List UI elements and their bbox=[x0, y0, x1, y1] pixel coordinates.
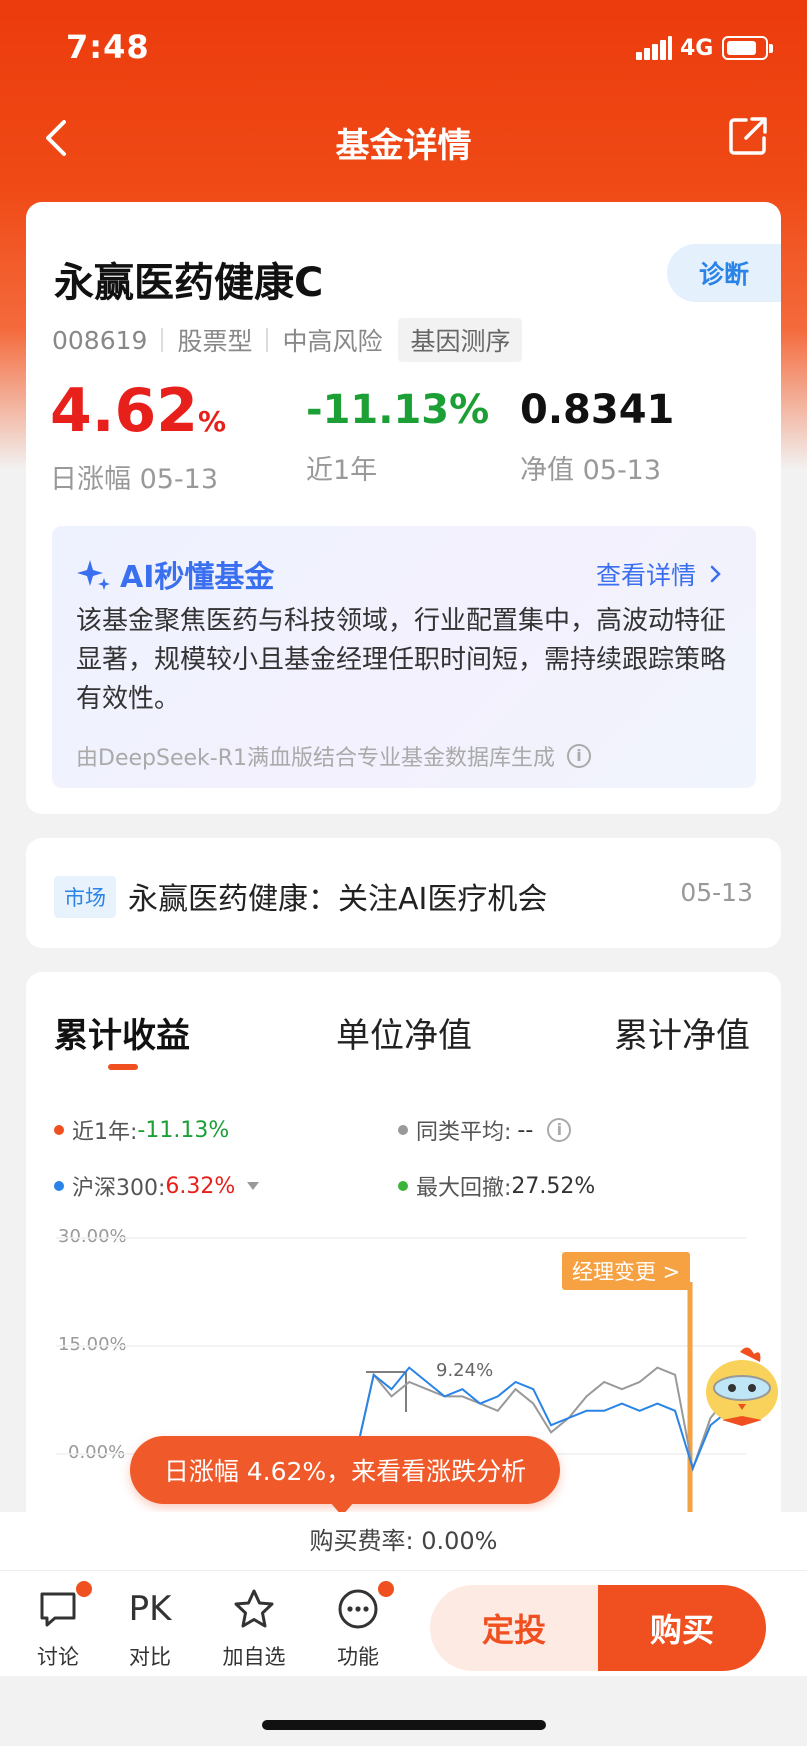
tab-cumulative-nav[interactable]: 累计净值 bbox=[614, 1008, 750, 1057]
manager-change-tag[interactable]: 经理变更 > bbox=[562, 1252, 691, 1290]
tab-cumulative-return[interactable]: 累计收益 bbox=[54, 1008, 190, 1057]
nav-label: 净值 05-13 bbox=[520, 455, 662, 486]
chevron-right-icon bbox=[710, 565, 721, 583]
news-card[interactable]: 市场 永赢医药健康：关注AI医疗机会 05-13 bbox=[26, 838, 781, 948]
more-icon bbox=[338, 1589, 378, 1629]
news-title: 永赢医药健康：关注AI医疗机会 bbox=[128, 882, 548, 917]
divider bbox=[266, 328, 269, 352]
year-change-label: 近1年 bbox=[306, 455, 378, 486]
signal-icon bbox=[636, 36, 672, 60]
divider bbox=[161, 328, 164, 352]
ai-title-text: AI秒懂基金 bbox=[120, 560, 275, 595]
sparkle-icon bbox=[77, 560, 110, 590]
auto-invest-button[interactable]: 定投 bbox=[430, 1585, 598, 1671]
notification-badge bbox=[74, 1579, 94, 1599]
fund-meta: 008619 股票型 中高风险 基因测序 bbox=[52, 318, 523, 362]
mascot-icon[interactable] bbox=[702, 1344, 786, 1434]
crosshair-value: 9.24% bbox=[436, 1360, 493, 1381]
gene-test-tag[interactable]: 基因测序 bbox=[398, 318, 523, 362]
news-tag: 市场 bbox=[54, 876, 116, 918]
fund-name: 永赢医药健康C bbox=[54, 260, 324, 306]
purchase-fee: 购买费率: 0.00% bbox=[0, 1512, 807, 1570]
chat-bubble-icon bbox=[40, 1592, 76, 1627]
function-button[interactable]: 功能 bbox=[318, 1579, 398, 1671]
daily-change-value: 4.62 bbox=[50, 376, 199, 446]
compare-label: 对比 bbox=[129, 1645, 171, 1669]
ai-summary-box[interactable]: AI秒懂基金 查看详情 该基金聚焦医药与科技领域，行业配置集中，高波动特征显著，… bbox=[52, 526, 756, 788]
year-change-stat: -11.13% 近1年 bbox=[306, 382, 489, 487]
analysis-toast[interactable]: 日涨幅 4.62%，来看看涨跌分析 bbox=[130, 1436, 560, 1516]
status-time: 7:48 bbox=[66, 28, 150, 66]
daily-change-label: 日涨幅 05-13 bbox=[50, 464, 219, 495]
compare-button[interactable]: PK 对比 bbox=[110, 1585, 190, 1671]
watchlist-label: 加自选 bbox=[222, 1645, 286, 1669]
nav-stat: 0.8341 净值 05-13 bbox=[520, 382, 674, 487]
fund-risk: 中高风险 bbox=[282, 327, 383, 356]
pk-icon: PK bbox=[128, 1589, 172, 1629]
ai-summary-text: 该基金聚焦医药与科技领域，行业配置集中，高波动特征显著，规模较小且基金经理任职时… bbox=[76, 606, 727, 714]
ai-detail-label: 查看详情 bbox=[595, 561, 696, 590]
ai-title: AI秒懂基金 bbox=[76, 552, 274, 596]
daily-change-stat: 4.62% 日涨幅 05-13 bbox=[50, 380, 226, 496]
nav-value: 0.8341 bbox=[520, 387, 675, 433]
fund-summary-card: 永赢医药健康C 诊断 008619 股票型 中高风险 基因测序 4.62% 日涨… bbox=[26, 202, 781, 814]
info-icon[interactable]: i bbox=[566, 744, 591, 768]
fund-type: 股票型 bbox=[177, 327, 253, 356]
fund-code: 008619 bbox=[52, 325, 148, 355]
page-title: 基金详情 bbox=[335, 126, 472, 166]
tab-underline bbox=[108, 1064, 138, 1070]
notification-badge bbox=[376, 1579, 396, 1599]
discuss-button[interactable]: 讨论 bbox=[18, 1579, 98, 1671]
bottom-action-bar: 讨论 PK 对比 加自选 功能 定投 购买 bbox=[0, 1570, 807, 1676]
battery-icon bbox=[722, 36, 773, 60]
add-watchlist-button[interactable]: 加自选 bbox=[214, 1585, 294, 1671]
network-label: 4G bbox=[680, 36, 714, 61]
news-date: 05-13 bbox=[680, 878, 753, 907]
ai-detail-link[interactable]: 查看详情 bbox=[596, 556, 726, 592]
daily-change-unit: % bbox=[198, 405, 227, 438]
star-icon bbox=[234, 1589, 274, 1628]
ai-footer-text: 由DeepSeek-R1满血版结合专业基金数据库生成 bbox=[76, 746, 555, 771]
nav-bar: 基金详情 bbox=[0, 100, 807, 180]
discuss-label: 讨论 bbox=[37, 1645, 79, 1669]
home-indicator bbox=[262, 1720, 546, 1730]
diagnose-button[interactable]: 诊断 bbox=[667, 244, 781, 302]
buy-button[interactable]: 购买 bbox=[598, 1585, 766, 1671]
tab-unit-nav[interactable]: 单位净值 bbox=[336, 1008, 472, 1057]
function-label: 功能 bbox=[337, 1645, 379, 1669]
share-icon[interactable] bbox=[726, 114, 770, 158]
year-change-value: -11.13% bbox=[306, 387, 490, 433]
ai-footer: 由DeepSeek-R1满血版结合专业基金数据库生成 i bbox=[76, 740, 591, 772]
status-bar: 7:48 4G bbox=[0, 0, 807, 100]
